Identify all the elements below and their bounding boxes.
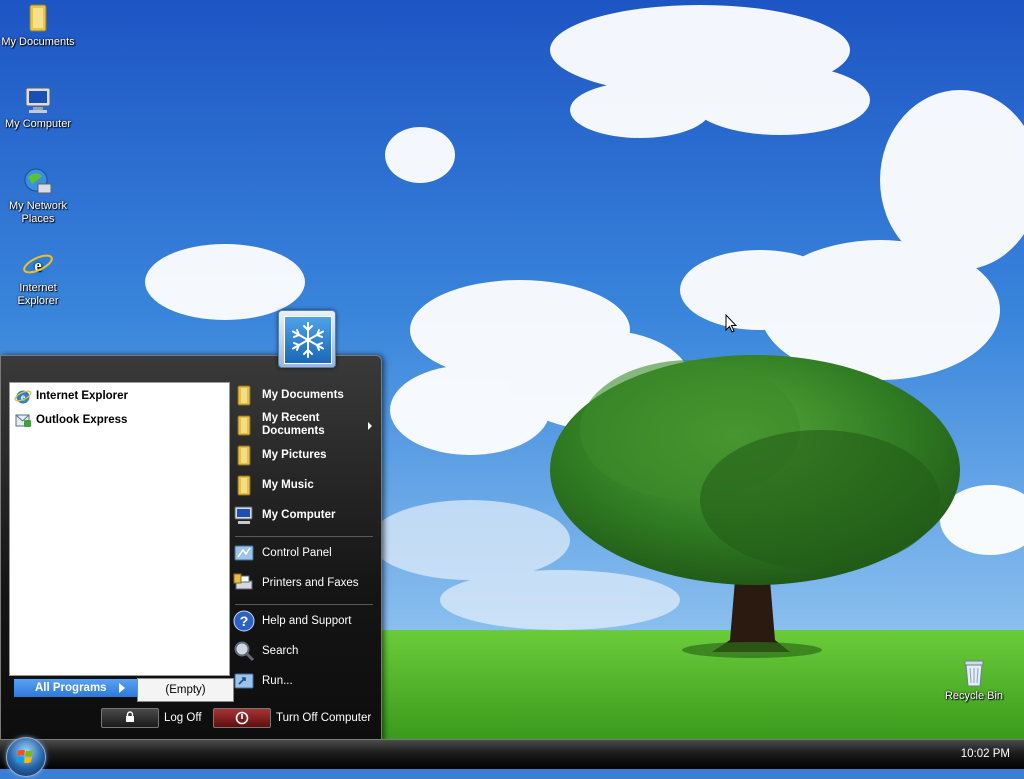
all-programs-label: All Programs (35, 682, 107, 694)
empty-label: (Empty) (165, 684, 206, 696)
pinned-item-internet-explorer[interactable]: e Internet Explorer (14, 385, 128, 407)
menu-item-my-computer[interactable]: My Computer (233, 504, 335, 526)
menu-item-label: Printers and Faxes (262, 576, 359, 589)
folder-icon (237, 415, 251, 436)
svg-text:?: ? (240, 613, 249, 629)
arrow-cursor-icon (725, 314, 737, 333)
desktop-icon-recycle-bin[interactable]: Recycle Bin (936, 656, 1012, 703)
log-off-label[interactable]: Log Off (164, 712, 202, 724)
system-clock[interactable]: 10:02 PM (961, 748, 1010, 760)
desktop-icon-label: My Network Places (8, 200, 68, 225)
menu-separator (235, 536, 373, 537)
lock-icon (126, 711, 134, 722)
desktop-icon-label: Recycle Bin (944, 690, 1004, 702)
menu-item-label: My Recent Documents (262, 412, 325, 437)
menu-item-run[interactable]: Run... (233, 670, 293, 692)
svg-text:e: e (21, 393, 26, 404)
folder-icon (237, 385, 251, 406)
start-menu: e Internet Explorer Outlook Express All … (0, 355, 382, 742)
menu-separator (235, 604, 373, 605)
my-computer-icon (25, 87, 51, 113)
my-documents-folder-icon (29, 4, 47, 32)
windows-orb-icon (16, 749, 33, 764)
desktop-icon-my-documents[interactable]: My Documents (0, 2, 76, 49)
menu-item-my-pictures[interactable]: My Pictures (233, 444, 327, 466)
menu-item-label: Control Panel (262, 546, 332, 559)
turn-off-computer-button[interactable] (213, 708, 271, 728)
menu-item-control-panel[interactable]: Control Panel (233, 542, 332, 564)
menu-item-my-recent-documents[interactable]: My Recent Documents (233, 412, 338, 438)
desktop-icon-label: My Computer (4, 118, 72, 130)
run-icon (234, 673, 254, 689)
pinned-item-outlook-express[interactable]: Outlook Express (14, 409, 127, 431)
control-panel-icon (234, 545, 254, 561)
desktop-icon-my-network-places[interactable]: My Network Places (0, 166, 76, 226)
user-picture[interactable] (278, 310, 336, 368)
menu-item-search[interactable]: Search (233, 640, 298, 662)
menu-item-my-documents[interactable]: My Documents (233, 384, 344, 406)
desktop-icon-label: Internet Explorer (17, 282, 59, 307)
taskbar: 10:02 PM (0, 737, 1024, 777)
pinned-item-label: Outlook Express (36, 414, 128, 426)
internet-explorer-icon: e (14, 390, 32, 404)
menu-item-label: My Pictures (262, 448, 327, 461)
search-icon (234, 641, 255, 662)
menu-item-printers-and-faxes[interactable]: Printers and Faxes (233, 572, 359, 594)
snowflake-icon (292, 322, 324, 358)
chevron-right-icon (119, 683, 125, 693)
menu-item-label: Search (262, 644, 299, 657)
outlook-express-icon (15, 414, 31, 427)
start-button[interactable] (6, 737, 46, 777)
empty-programs-popup[interactable]: (Empty) (137, 678, 234, 702)
recycle-bin-icon (964, 660, 984, 687)
desktop-icon-label: My Documents (1, 36, 75, 48)
turn-off-computer-label[interactable]: Turn Off Computer (276, 712, 371, 724)
menu-item-label: Help and Support (262, 614, 352, 627)
internet-explorer-icon: e (23, 254, 53, 276)
menu-item-my-music[interactable]: My Music (233, 474, 314, 496)
menu-item-label: Run... (262, 674, 293, 687)
my-computer-icon (234, 506, 253, 524)
menu-item-label: My Music (262, 478, 314, 491)
help-icon: ? (233, 610, 255, 632)
network-places-icon (24, 168, 52, 194)
menu-item-label: My Computer (262, 508, 336, 521)
menu-item-label: My Documents (262, 388, 344, 401)
folder-icon (237, 445, 251, 466)
desktop-icon-my-computer[interactable]: My Computer (0, 84, 76, 131)
folder-icon (237, 475, 251, 496)
pinned-item-label: Internet Explorer (36, 390, 129, 402)
power-icon (235, 711, 249, 725)
all-programs-button[interactable]: All Programs (14, 679, 137, 697)
desktop-icon-internet-explorer[interactable]: e Internet Explorer (0, 248, 76, 308)
menu-item-help-and-support[interactable]: ? Help and Support (233, 610, 352, 632)
log-off-button[interactable] (101, 708, 159, 728)
chevron-right-icon (368, 422, 372, 430)
pinned-programs-pane: e Internet Explorer Outlook Express All … (9, 382, 230, 697)
printer-icon (233, 573, 253, 590)
